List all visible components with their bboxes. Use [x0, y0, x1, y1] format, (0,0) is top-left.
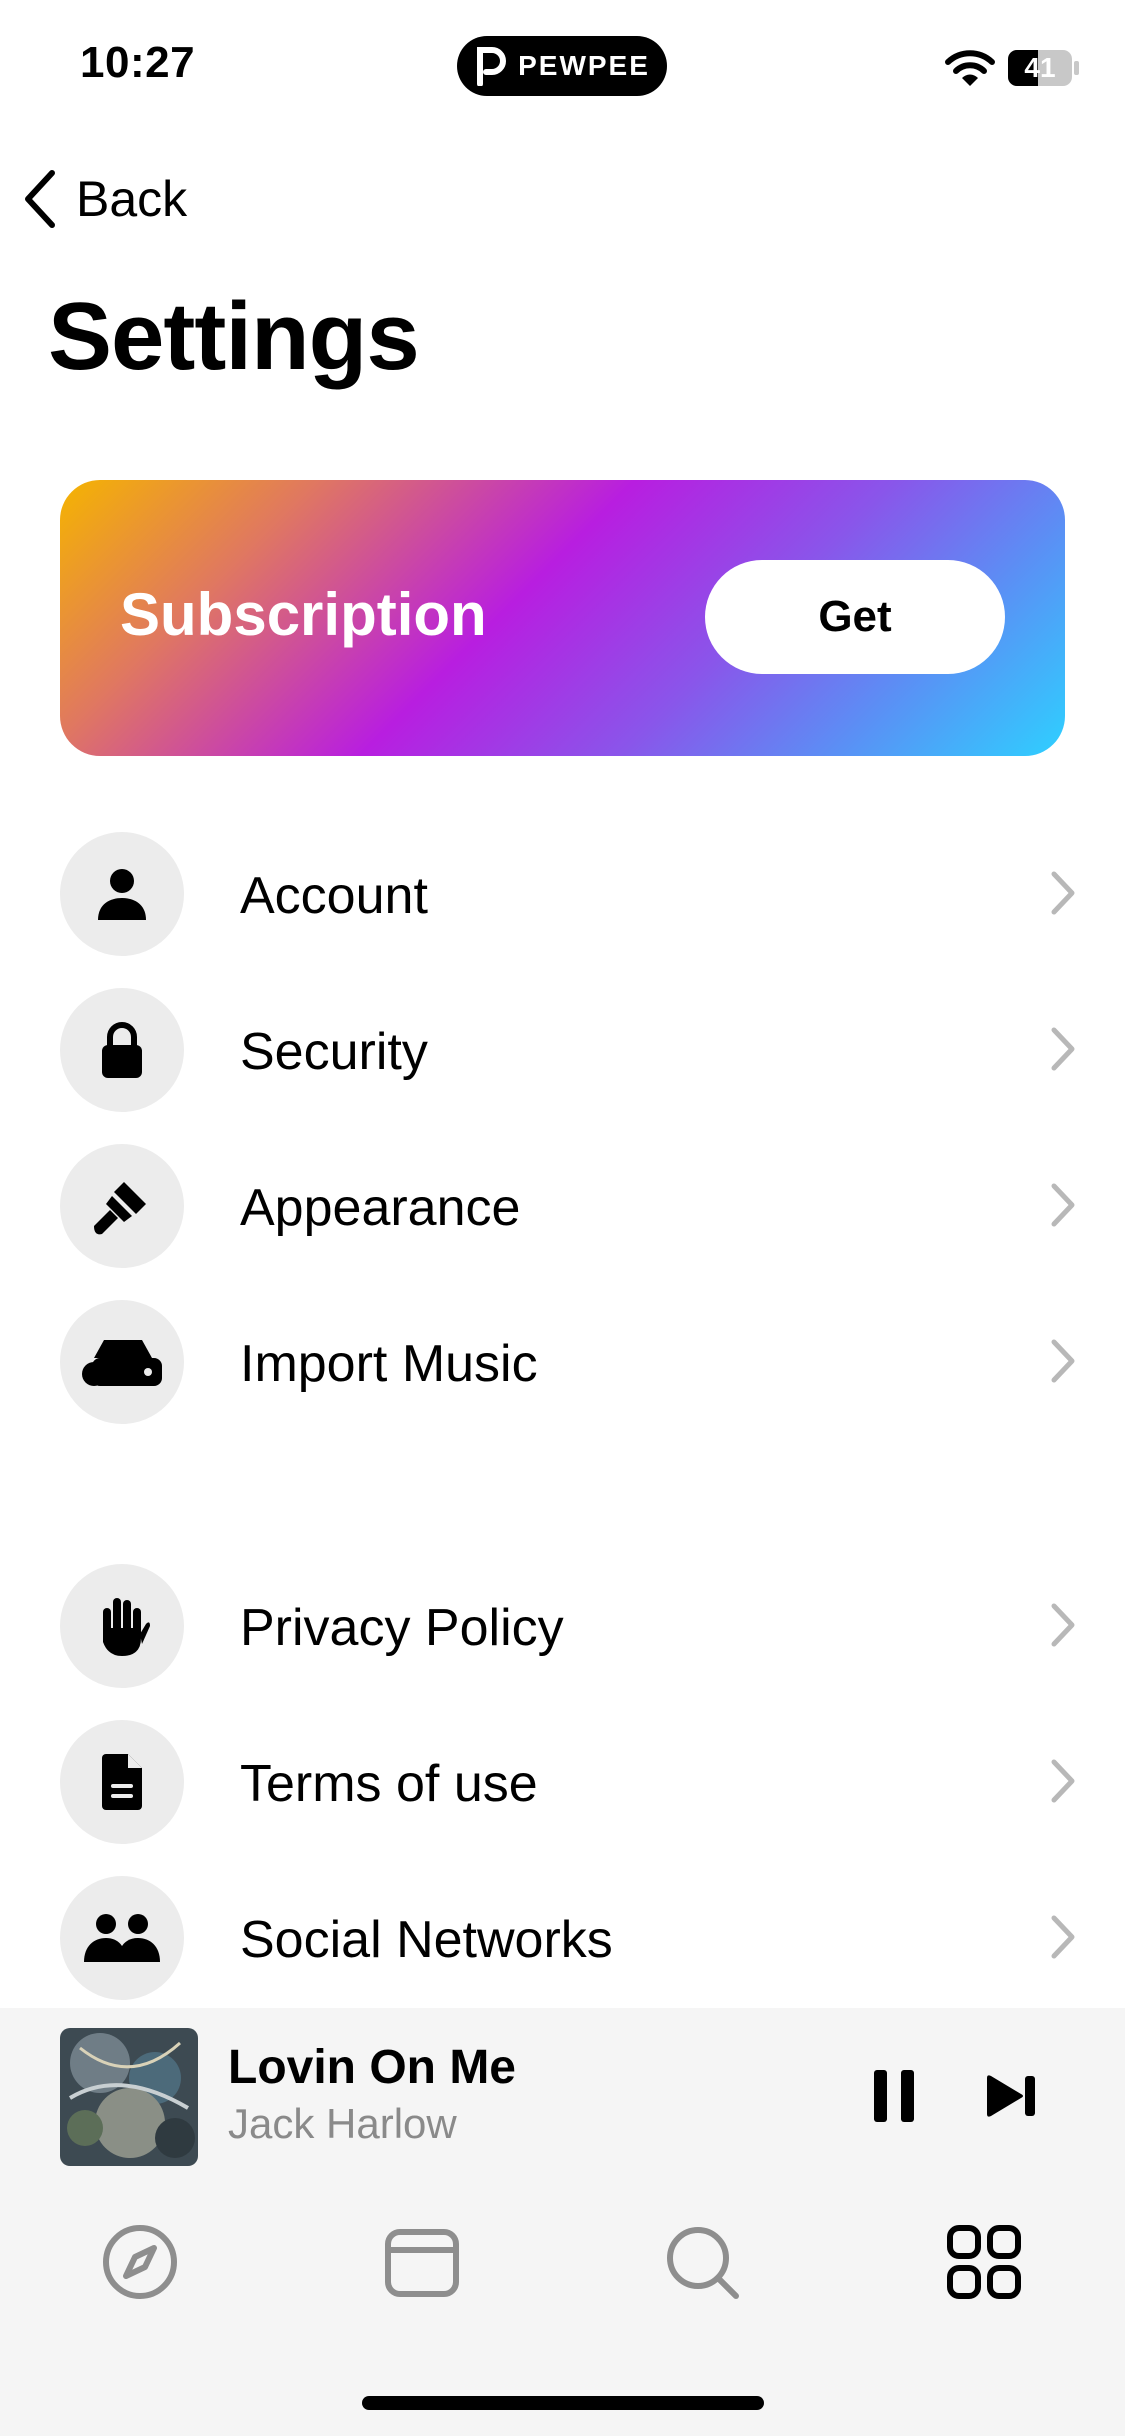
battery-icon: 41 [1008, 50, 1079, 86]
person-icon [98, 869, 146, 920]
privacy-icon-circle [60, 1564, 184, 1688]
app-logo-icon [477, 47, 507, 86]
search-icon[interactable] [662, 2222, 742, 2302]
row-label: Appearance [240, 1179, 521, 1237]
row-label: Security [240, 1023, 428, 1081]
settings-row-import-music[interactable]: Import Music [0, 1292, 1125, 1432]
wifi-icon [945, 50, 995, 86]
app-indicator-pill: PEWPEE [457, 36, 667, 96]
battery-level: 41 [1024, 52, 1055, 83]
page-title: Settings [48, 283, 420, 390]
cloud-drive-icon [82, 1340, 162, 1386]
cards-icon[interactable] [382, 2222, 462, 2302]
chevron-right-icon [1051, 1027, 1075, 1071]
security-icon-circle [60, 988, 184, 1112]
hand-icon [103, 1598, 150, 1656]
chevron-right-icon [1051, 1759, 1075, 1803]
chevron-right-icon [1051, 1339, 1075, 1383]
grid-icon[interactable] [944, 2222, 1024, 2302]
next-track-icon[interactable] [985, 2074, 1037, 2118]
home-indicator[interactable] [362, 2396, 764, 2410]
social-icon-circle [60, 1876, 184, 2000]
document-icon [102, 1754, 142, 1810]
chevron-right-icon [1051, 1915, 1075, 1959]
chevron-right-icon [1051, 1603, 1075, 1647]
row-label: Terms of use [240, 1755, 538, 1813]
settings-row-terms[interactable]: Terms of use [0, 1712, 1125, 1852]
people-icon [84, 1914, 160, 1962]
status-time: 10:27 [80, 38, 196, 87]
row-label: Privacy Policy [240, 1599, 564, 1657]
settings-row-account[interactable]: Account [0, 824, 1125, 964]
chevron-right-icon [1051, 1183, 1075, 1227]
paintbrush-icon [94, 1182, 146, 1235]
row-label: Account [240, 867, 428, 925]
now-playing-artist: Jack Harlow [228, 2100, 457, 2147]
back-button[interactable]: Back [22, 164, 187, 234]
album-art[interactable] [60, 2028, 198, 2166]
app-pill-label: PEWPEE [518, 50, 650, 81]
row-label: Social Networks [240, 1911, 613, 1969]
terms-icon-circle [60, 1720, 184, 1844]
lock-icon [102, 1022, 142, 1078]
pause-icon[interactable] [872, 2068, 916, 2124]
row-label: Import Music [240, 1335, 538, 1393]
settings-row-social-networks[interactable]: Social Networks [0, 1868, 1125, 2008]
settings-row-privacy-policy[interactable]: Privacy Policy [0, 1556, 1125, 1696]
now-playing-title: Lovin On Me [228, 2041, 516, 2094]
settings-row-security[interactable]: Security [0, 980, 1125, 1120]
chevron-right-icon [1051, 871, 1075, 915]
chevron-left-icon [25, 170, 55, 228]
appearance-icon-circle [60, 1144, 184, 1268]
compass-icon[interactable] [100, 2222, 180, 2302]
import-music-icon-circle [60, 1300, 184, 1424]
account-icon-circle [60, 832, 184, 956]
settings-row-appearance[interactable]: Appearance [0, 1136, 1125, 1276]
subscription-label: Subscription [120, 581, 487, 648]
back-label: Back [76, 171, 188, 227]
get-subscription-button[interactable]: Get [705, 560, 1005, 674]
